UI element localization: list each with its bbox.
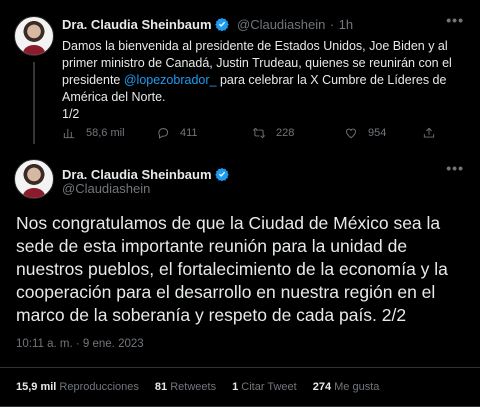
share-action[interactable] [422,126,436,140]
tweet-text: Damos la bienvenida al presidente de Est… [62,38,462,123]
avatar[interactable] [14,159,54,199]
tweet-text: Nos congratulamos de que la Ciudad de Mé… [16,213,448,325]
views-action[interactable]: 58,6 mil [62,126,156,140]
analytics-icon [63,128,75,139]
engagement-stats: 15,9 mil Reproducciones 81 Retweets 1 Ci… [16,381,379,393]
author-handle[interactable]: @Claudiashein [62,181,150,196]
stat-quote-tweets[interactable]: 1 Citar Tweet [232,381,297,393]
more-options-icon[interactable]: ••• [446,160,464,176]
verified-badge-icon [214,167,229,181]
tweet-actions: 58,6 mil 411 228 954 [62,126,442,140]
retweet-icon [252,128,266,138]
like-count: 954 [368,127,387,139]
author-name[interactable]: Dra. Claudia Sheinbaum [62,17,212,32]
author-name[interactable]: Dra. Claudia Sheinbaum [62,167,212,182]
stat-retweets[interactable]: 81 Retweets [155,381,216,393]
share-icon [423,127,435,138]
mention-link[interactable]: @lopezobrador_ [124,73,217,87]
stat-views[interactable]: 15,9 mil Reproducciones [16,381,139,393]
like-action[interactable]: 954 [344,126,422,140]
thread-count: 1/2 [62,107,80,121]
tweet-timestamp[interactable]: 10:11 a. m. · 9 ene. 2023 [16,338,144,350]
divider [0,367,480,368]
more-options-icon[interactable]: ••• [446,12,464,28]
tweet-time[interactable]: 1h [339,17,353,32]
retweet-count: 228 [276,127,295,139]
reply-count: 411 [180,127,198,139]
views-count: 58,6 mil [86,127,125,139]
retweet-action[interactable]: 228 [252,126,344,140]
thread-connector-line [33,62,35,144]
avatar[interactable] [14,16,54,56]
reply-icon [158,128,169,139]
verified-badge-icon [214,17,229,31]
tweet-header: Dra. Claudia Sheinbaum @Claudiashein · 1… [62,16,353,34]
heart-icon [346,128,356,139]
reply-action[interactable]: 411 [156,126,252,140]
separator-dot: · [329,17,335,32]
stat-likes[interactable]: 274 Me gusta [313,381,380,393]
author-handle[interactable]: @Claudiashein [237,17,325,32]
